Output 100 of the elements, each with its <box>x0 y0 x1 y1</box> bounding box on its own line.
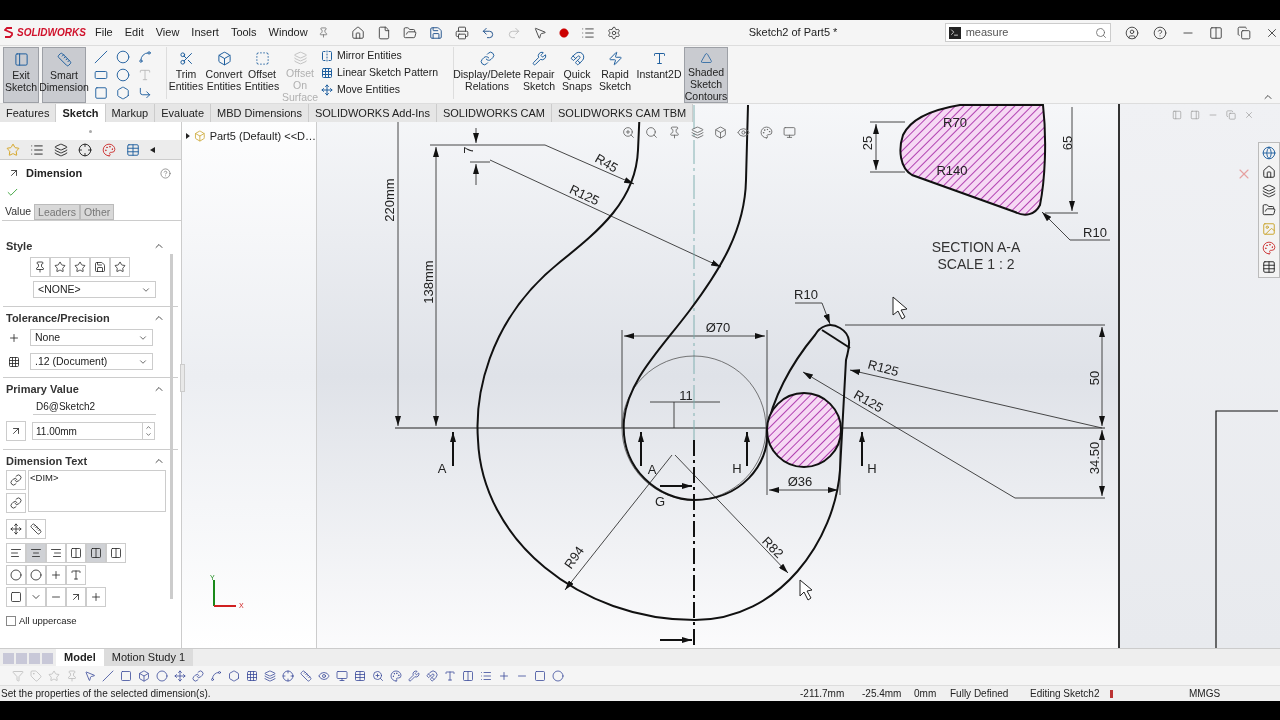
menu-item[interactable]: View <box>155 24 180 41</box>
align-center-icon[interactable] <box>30 547 42 559</box>
star-icon[interactable] <box>6 142 20 157</box>
undo-icon[interactable] <box>480 25 495 40</box>
scissors-icon <box>178 51 194 66</box>
command-tab[interactable]: Sketch <box>56 104 106 122</box>
square-icon[interactable] <box>10 591 22 603</box>
menu-item[interactable]: Window <box>268 24 308 41</box>
dimension-label: R10 <box>794 287 818 303</box>
menu-item[interactable]: Tools <box>230 24 257 41</box>
toolbar-button[interactable]: Display/Delete Relations <box>454 47 520 103</box>
command-tab[interactable]: Evaluate <box>155 104 211 122</box>
grid-icon <box>321 67 333 79</box>
menu-item[interactable]: Insert <box>191 24 219 41</box>
help-icon[interactable] <box>1152 25 1167 40</box>
dropdown[interactable]: <NONE> <box>33 281 156 298</box>
command-tab[interactable]: MBD Dimensions <box>211 104 309 122</box>
view-orientation-icon[interactable] <box>714 126 727 139</box>
panel-handle[interactable] <box>180 364 185 392</box>
appearance-icon[interactable] <box>1262 241 1276 255</box>
toolbar-button[interactable]: Mirror Entities <box>321 49 449 63</box>
reverse-icon[interactable] <box>10 425 22 437</box>
palette-icon[interactable] <box>102 142 116 157</box>
dropdown[interactable]: None <box>30 329 153 346</box>
cursor-icon <box>799 579 813 601</box>
polygon-icon[interactable] <box>116 86 130 100</box>
spline-icon[interactable] <box>138 50 152 64</box>
folder-icon[interactable] <box>1262 203 1276 217</box>
link-icon <box>479 51 495 66</box>
tile-icon[interactable] <box>1208 25 1223 40</box>
terminal-icon <box>948 26 961 39</box>
home-icon[interactable] <box>350 25 365 40</box>
spinner-icon[interactable] <box>142 423 154 439</box>
home-icon[interactable] <box>1262 165 1276 179</box>
align-right-icon[interactable] <box>50 547 62 559</box>
file-icon[interactable] <box>376 25 391 40</box>
fillet-icon[interactable] <box>138 86 152 100</box>
command-tab[interactable]: SOLIDWORKS CAM <box>436 104 552 122</box>
window-title: Sketch2 of Part5 * <box>748 25 839 41</box>
model-tab[interactable]: Model <box>56 649 104 666</box>
toolbar-button[interactable]: Linear Sketch Pattern <box>321 66 449 80</box>
command-tab[interactable]: Features <box>0 104 57 122</box>
rectangle-icon[interactable] <box>94 68 108 82</box>
list-icon[interactable] <box>580 25 595 40</box>
toolbar-button[interactable]: Trim Entities <box>167 47 205 103</box>
command-tab[interactable]: Markup <box>105 104 156 122</box>
layers-icon[interactable] <box>54 142 68 157</box>
units[interactable]: MMGS <box>1189 686 1249 701</box>
list-icon[interactable] <box>30 142 44 157</box>
menu-item[interactable]: Edit <box>124 24 144 41</box>
toolbar-button[interactable]: Shaded Sketch Contours <box>684 47 728 103</box>
toolbar-button[interactable]: Move Entities <box>321 83 449 97</box>
toolbar-button[interactable]: Rapid Sketch <box>596 47 634 103</box>
dimension-label: R125 <box>851 386 886 416</box>
menu-item[interactable]: File <box>95 24 113 41</box>
text-field[interactable]: <DIM> <box>28 470 166 512</box>
settings-icon[interactable] <box>606 25 621 40</box>
zoom-area-icon[interactable] <box>645 126 658 139</box>
sketch-state: Fully Defined <box>950 687 1010 701</box>
scroll-left-icon[interactable] <box>150 146 155 153</box>
expand-icon[interactable] <box>186 133 190 140</box>
display-icon[interactable] <box>783 126 796 139</box>
toolbar-button[interactable]: Offset Entities <box>243 47 281 103</box>
user-icon[interactable] <box>1124 25 1139 40</box>
name-field[interactable]: D6@Sketch2 <box>33 399 156 415</box>
toolbar-button[interactable]: Convert Entities <box>205 47 243 103</box>
command-tab[interactable]: SOLIDWORKS Add-Ins <box>308 104 437 122</box>
wrench-icon <box>531 51 547 66</box>
crosshair-icon[interactable] <box>78 142 92 157</box>
pin-icon[interactable] <box>317 27 329 38</box>
dimension-label: R45 <box>592 150 621 176</box>
coordinate-z: 0mm <box>914 687 938 701</box>
pointer-icon[interactable] <box>532 25 547 40</box>
toolbar-button[interactable]: Instant2D <box>634 47 684 103</box>
toolbar-button[interactable]: Repair Sketch <box>520 47 558 103</box>
globe-icon[interactable] <box>1262 146 1276 160</box>
grip-icon <box>89 129 92 133</box>
printer-icon[interactable] <box>454 25 469 40</box>
circle-icon[interactable] <box>116 50 130 64</box>
save-icon[interactable] <box>428 25 443 40</box>
section-heading: Style <box>6 238 33 254</box>
restore-icon[interactable] <box>1236 25 1251 40</box>
section-heading: Tolerance/Precision <box>6 310 110 326</box>
toolbar-button[interactable]: Quick Snaps <box>558 47 596 103</box>
tree-item[interactable]: Part5 (Default) <<D… <box>209 128 316 145</box>
zoom-icon[interactable] <box>622 126 635 139</box>
dropdown[interactable]: .12 (Document) <box>30 353 153 370</box>
line-icon[interactable] <box>94 50 108 64</box>
checkbox[interactable] <box>6 616 16 627</box>
command-tab[interactable]: SOLIDWORKS CAM TBM <box>552 104 694 122</box>
appearance-icon[interactable] <box>760 126 773 139</box>
align-left-icon[interactable] <box>10 547 22 559</box>
confirm-icon[interactable] <box>6 186 19 199</box>
table-icon[interactable] <box>126 142 140 157</box>
model-tab[interactable]: Motion Study 1 <box>103 649 194 666</box>
toolbar-button[interactable]: Exit Sketch <box>3 47 39 103</box>
value-field[interactable]: 11.00mm <box>32 422 155 440</box>
search-field[interactable]: measure <box>944 23 1111 42</box>
folder-icon[interactable] <box>402 25 417 40</box>
dimension-label: R10 <box>1083 225 1107 241</box>
